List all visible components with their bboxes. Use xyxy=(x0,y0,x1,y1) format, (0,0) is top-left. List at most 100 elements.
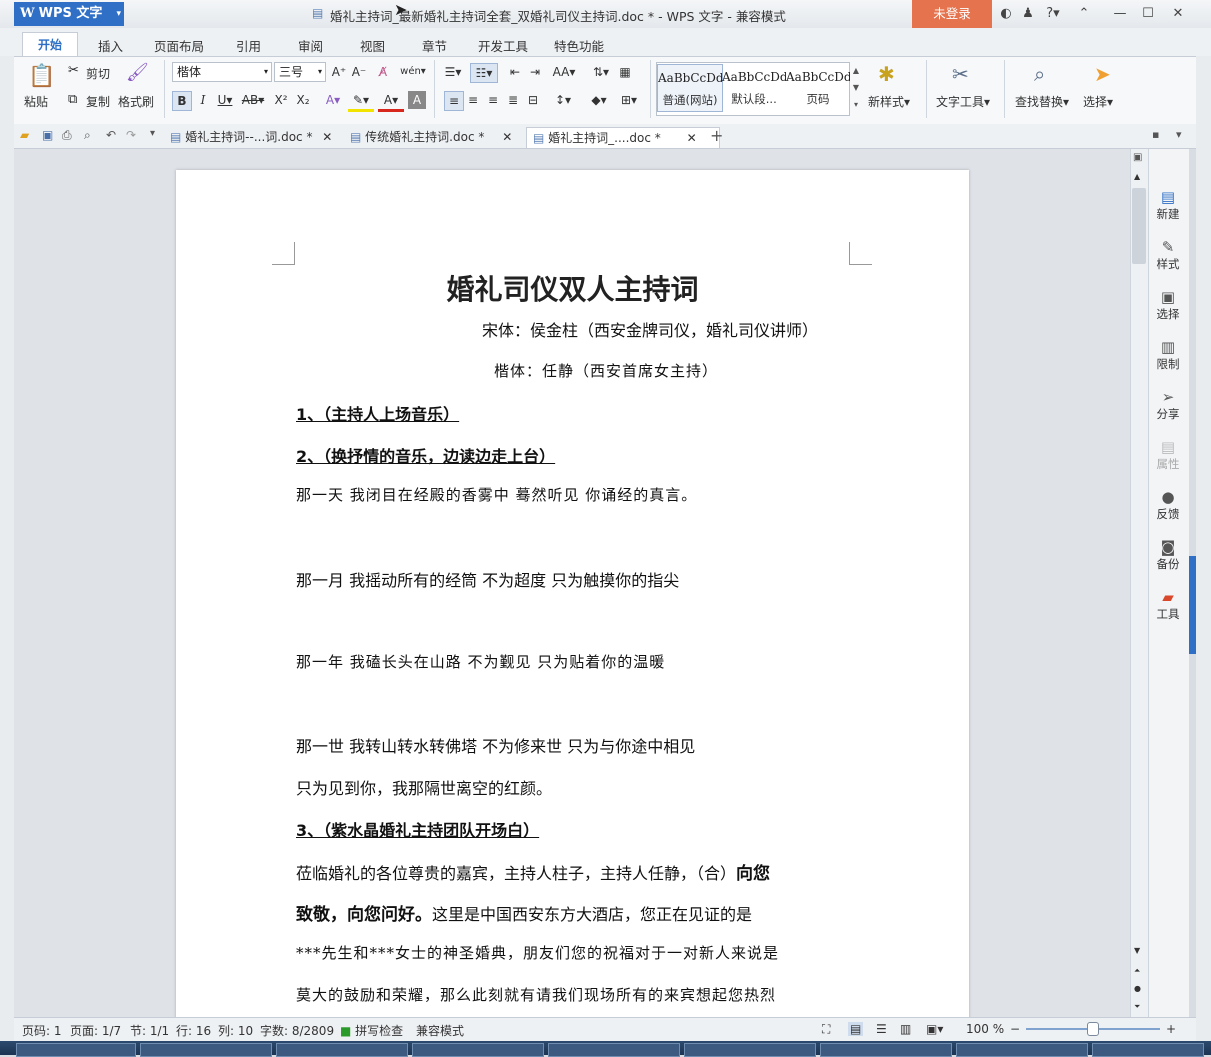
sort-icon[interactable]: ⇅▾ xyxy=(590,63,612,81)
doctab-3-active[interactable]: ▤ 婚礼主持词_....doc * ✕ xyxy=(526,127,720,148)
scroll-up-icon[interactable]: ▲ xyxy=(1134,172,1140,181)
redo-icon[interactable]: ↷ xyxy=(126,128,136,142)
fullscreen-view-icon[interactable]: ⛶ xyxy=(822,1022,830,1037)
strikethrough-button[interactable]: AB▾ xyxy=(240,91,266,109)
align-right-icon[interactable]: ≡ xyxy=(484,91,502,109)
style-normal-web[interactable]: AaBbCcDd 普通(网站) xyxy=(657,64,723,112)
bold-button[interactable]: B xyxy=(172,91,192,111)
ruler-toggle-icon[interactable]: ▣ xyxy=(1133,152,1142,163)
quick-access-dropdown-icon[interactable]: ▾ xyxy=(150,128,155,139)
page-view-icon[interactable]: ▤ xyxy=(848,1022,864,1036)
close-icon[interactable]: ✕ xyxy=(1170,6,1186,22)
clear-format-icon[interactable]: A̸ xyxy=(374,63,392,81)
line-spacing-icon[interactable]: ↕▾ xyxy=(550,91,576,109)
doctab-2[interactable]: ▤ 传统婚礼主持词.doc * ✕ xyxy=(350,127,512,147)
subscript-button[interactable]: X₂ xyxy=(294,91,312,109)
rp-new[interactable]: ▤ 新建 xyxy=(1150,188,1186,222)
maximize-icon[interactable]: ☐ xyxy=(1140,6,1156,22)
close-tab-icon[interactable]: ✕ xyxy=(502,130,512,144)
print-preview-icon[interactable]: ⌕ xyxy=(84,128,91,143)
font-name-select[interactable]: 楷体 ▾ xyxy=(172,62,272,82)
decrease-indent-icon[interactable]: ⇤ xyxy=(506,63,524,81)
bullets-icon[interactable]: ☰▾ xyxy=(440,63,466,81)
justify-icon[interactable]: ≣ xyxy=(504,91,522,109)
help-icon[interactable]: ?▾ xyxy=(1042,6,1064,22)
highlight-button[interactable]: ✎▾ xyxy=(348,91,374,112)
outline-view-icon[interactable]: ☰ xyxy=(876,1022,887,1036)
align-center-icon[interactable]: ≡ xyxy=(464,91,482,109)
text-tools-button[interactable]: 文字工具▾ xyxy=(936,93,990,110)
scrollbar-thumb[interactable] xyxy=(1132,188,1146,264)
tab-insert[interactable]: 插入 xyxy=(98,36,123,55)
status-words[interactable]: 字数: 8/2809 xyxy=(260,1022,334,1039)
tab-references[interactable]: 引用 xyxy=(236,36,261,55)
tab-page-layout[interactable]: 页面布局 xyxy=(154,36,204,55)
phonetic-guide-icon[interactable]: wén▾ xyxy=(400,63,426,81)
style-gallery-scroll[interactable]: ▲ ▼ ▾ xyxy=(850,62,862,114)
close-tab-icon[interactable]: ✕ xyxy=(322,130,332,144)
rp-backup[interactable]: ◙ 备份 xyxy=(1150,538,1186,572)
increase-indent-icon[interactable]: ⇥ xyxy=(526,63,544,81)
doctab-1[interactable]: ▤ 婚礼主持词--...词.doc * ✕ xyxy=(170,127,332,147)
font-color-button[interactable]: A▾ xyxy=(378,91,404,112)
new-tab-icon[interactable]: + xyxy=(710,126,723,145)
app-menu-button[interactable]: W WPS 文字 ▾ xyxy=(14,2,124,26)
rp-feedback[interactable]: ● 反馈 xyxy=(1150,488,1186,522)
rp-properties[interactable]: ▤ 属性 xyxy=(1150,438,1186,472)
copy-button[interactable]: 复制 xyxy=(86,93,110,110)
select-button[interactable]: 选择▾ xyxy=(1083,93,1113,110)
tab-special[interactable]: 特色功能 xyxy=(554,36,604,55)
distribute-icon[interactable]: ⊟ xyxy=(524,91,542,109)
open-folder-icon[interactable]: ▰ xyxy=(20,128,29,142)
close-tab-icon[interactable]: ✕ xyxy=(687,131,697,145)
collapse-ribbon-icon[interactable]: ⌃ xyxy=(1076,6,1092,22)
zoom-in-icon[interactable]: + xyxy=(1166,1022,1176,1036)
superscript-button[interactable]: X² xyxy=(272,91,290,109)
table-icon[interactable]: ▦ xyxy=(616,63,634,81)
prev-page-icon[interactable]: ⏶ xyxy=(1134,966,1140,976)
shading-icon[interactable]: ◆▾ xyxy=(586,91,612,109)
align-left-icon[interactable]: ≡ xyxy=(444,91,464,111)
grow-font-icon[interactable]: A⁺ xyxy=(330,63,348,81)
change-case-icon[interactable]: A͏A▾ xyxy=(550,63,578,81)
paste-icon[interactable]: 📋 xyxy=(28,64,55,89)
style-page-number[interactable]: AaBbCcDd 页码 xyxy=(786,64,850,110)
rp-tools[interactable]: ▰ 工具 xyxy=(1150,588,1186,622)
tab-developer[interactable]: 开发工具 xyxy=(478,36,528,55)
undo-icon[interactable]: ↶ xyxy=(106,128,116,142)
tab-review[interactable]: 审阅 xyxy=(298,36,323,55)
next-page-icon[interactable]: ⏷ xyxy=(1134,1002,1140,1012)
reading-view-icon[interactable]: ▣▾ xyxy=(926,1022,943,1036)
style-default-paragraph[interactable]: AaBbCcDd 默认段... xyxy=(722,64,786,110)
tab-view[interactable]: 视图 xyxy=(360,36,385,55)
zoom-slider-knob[interactable] xyxy=(1087,1022,1099,1036)
vertical-scrollbar[interactable] xyxy=(1130,149,1149,1017)
browse-object-icon[interactable]: ● xyxy=(1134,984,1141,993)
find-replace-button[interactable]: 查找替换▾ xyxy=(1015,93,1069,110)
status-spellcheck[interactable]: ■ 拼写检查 xyxy=(340,1022,403,1039)
tab-home[interactable]: 开始 xyxy=(22,32,78,57)
zoom-level[interactable]: 100 % xyxy=(966,1022,1004,1036)
font-size-select[interactable]: 三号 ▾ xyxy=(274,62,326,82)
save-icon[interactable]: ▣ xyxy=(42,128,53,142)
print-icon[interactable]: ⎙ xyxy=(62,128,72,143)
underline-button[interactable]: U▾ xyxy=(214,91,236,109)
tab-chapter[interactable]: 章节 xyxy=(422,36,447,55)
char-shading-button[interactable]: A xyxy=(408,91,426,109)
text-effect-button[interactable]: A▾ xyxy=(320,91,346,109)
borders-icon[interactable]: ⊞▾ xyxy=(616,91,642,109)
rp-restrict[interactable]: ▥ 限制 xyxy=(1150,338,1186,372)
italic-button[interactable]: I xyxy=(194,91,212,109)
paste-button[interactable]: 粘贴 xyxy=(24,93,48,110)
rp-share[interactable]: ➢ 分享 xyxy=(1150,388,1186,422)
scroll-down-icon[interactable]: ▼ xyxy=(1134,946,1140,955)
shrink-font-icon[interactable]: A⁻ xyxy=(350,63,368,81)
web-view-icon[interactable]: ▥ xyxy=(900,1022,911,1036)
skin-icon[interactable]: ◐ xyxy=(998,6,1014,22)
pane-expand-handle[interactable] xyxy=(1189,556,1196,654)
minimize-icon[interactable]: — xyxy=(1112,6,1128,22)
new-style-button[interactable]: 新样式▾ xyxy=(868,93,910,110)
rp-style[interactable]: ✎ 样式 xyxy=(1150,238,1186,272)
numbering-icon[interactable]: ☷▾ xyxy=(470,63,498,83)
tab-menu-icon[interactable]: ▾ xyxy=(1176,128,1182,141)
